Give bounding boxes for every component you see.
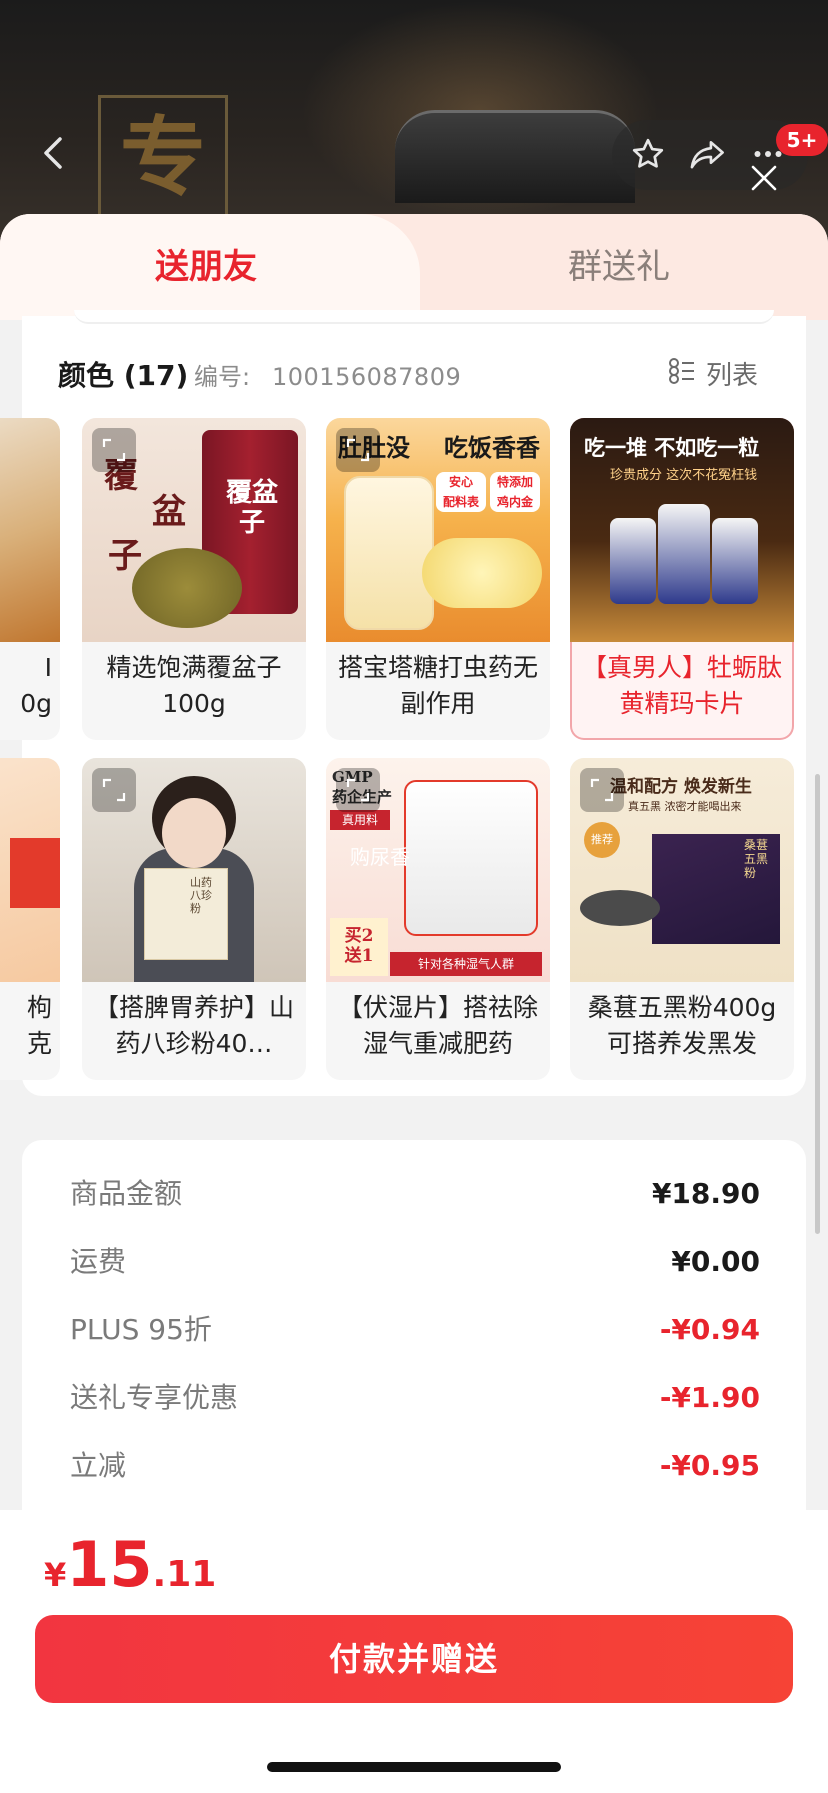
image-caption: 吃一堆 不如吃一粒	[584, 436, 760, 460]
price-breakdown: 商品金额 ¥18.90 运费 ¥0.00 PLUS 95折 -¥0.94 送礼专…	[22, 1140, 806, 1560]
variant-item[interactable]: 覆盆子 覆 盆 子 精选饱满覆盆子100g	[82, 418, 306, 740]
expand-icon	[102, 778, 126, 802]
image-caption: 覆盆子	[225, 478, 278, 538]
hero-product-jar	[395, 110, 635, 203]
price-label: PLUS 95折	[70, 1313, 212, 1346]
expand-image-button[interactable]	[92, 768, 136, 812]
list-view-toggle[interactable]: 列表	[668, 356, 758, 396]
card-divider	[74, 310, 774, 324]
product-image: 吃一堆 不如吃一粒 珍贵成分 这次不花冤枉钱	[570, 418, 794, 642]
variant-item[interactable]: I 0g	[0, 418, 60, 740]
variant-name: I 0g	[20, 653, 52, 718]
price-row-instant-discount: 立减 -¥0.95	[70, 1444, 760, 1488]
star-icon	[632, 138, 664, 168]
price-label: 送礼专享优惠	[70, 1381, 239, 1414]
currency-symbol: ¥	[44, 1556, 67, 1594]
image-caption: 针对各种湿气人群	[390, 952, 542, 976]
price-value: -¥0.95	[659, 1449, 760, 1482]
image-caption: 买2 送1	[330, 918, 388, 976]
list-icon	[668, 357, 696, 397]
price-label: 商品金额	[70, 1177, 183, 1210]
variant-item[interactable]: 山药八珍粉 【搭脾胃养护】山药八珍粉40…	[82, 758, 306, 1080]
price-row-shipping: 运费 ¥0.00	[70, 1240, 760, 1284]
share-icon	[690, 140, 724, 169]
price-label: 立减	[70, 1449, 127, 1482]
price-row-subtotal: 商品金额 ¥18.90	[70, 1172, 760, 1216]
variant-name: 桑葚五黑粉400g可搭养发黑发	[587, 993, 777, 1058]
variant-item[interactable]: 温和配方 焕发新生 真五黑 浓密才能喝出来 推荐 桑葚五黑粉 桑葚五黑粉400g…	[570, 758, 794, 1080]
tab-send-friend-label: 送朋友	[155, 247, 257, 287]
tab-bar: 送朋友 群送礼	[0, 214, 828, 320]
expand-icon	[346, 438, 370, 462]
image-caption: 温和配方 焕发新生	[610, 777, 752, 797]
close-icon	[751, 165, 777, 191]
tab-send-friend[interactable]: 送朋友	[0, 214, 420, 320]
image-caption: 真用料	[330, 810, 390, 830]
scrollbar[interactable]	[815, 774, 820, 1234]
expand-image-button[interactable]	[580, 768, 624, 812]
image-caption: 安心 配料表	[436, 472, 486, 512]
back-button[interactable]	[28, 128, 78, 178]
variant-name: 枸 克	[26, 993, 52, 1058]
image-caption: 山药八珍粉	[190, 876, 212, 915]
price-value: ¥18.90	[651, 1177, 760, 1210]
expand-icon	[102, 438, 126, 462]
variant-item[interactable]: 枸 克	[0, 758, 60, 1080]
expand-image-button[interactable]	[336, 428, 380, 472]
hero-brand-text: 专研	[98, 95, 228, 328]
serial-label: 编号:	[194, 363, 251, 391]
image-caption: 珍贵成分 这次不花冤枉钱	[610, 468, 758, 483]
image-caption: 特添加 鸡内金	[490, 472, 540, 512]
variant-heading: 颜色 (17)	[58, 359, 189, 392]
favorite-button[interactable]	[626, 132, 670, 176]
variant-name: 搭宝塔糖打虫药无副作用	[337, 653, 538, 718]
close-button[interactable]	[742, 156, 786, 200]
image-caption: 盆	[152, 492, 186, 532]
share-button[interactable]	[686, 132, 730, 176]
back-icon	[44, 137, 62, 169]
product-image	[0, 758, 60, 982]
image-caption: 桑葚五黑粉	[744, 838, 769, 880]
price-value: -¥0.94	[659, 1313, 760, 1346]
price-value: -¥1.90	[659, 1381, 760, 1414]
total-integer: 15	[66, 1528, 153, 1601]
image-caption: 购尿香	[350, 845, 410, 869]
image-caption: 推荐	[584, 822, 620, 858]
expand-image-button[interactable]	[92, 428, 136, 472]
product-image	[0, 418, 60, 642]
list-view-label: 列表	[706, 361, 759, 391]
price-row-gift-discount: 送礼专享优惠 -¥1.90	[70, 1376, 760, 1420]
variant-name: 【真男人】牡蛎肽黄精玛卡片	[581, 653, 782, 718]
serial-value: 100156087809	[272, 363, 462, 391]
total-price: ¥15.11	[44, 1528, 216, 1601]
price-label: 运费	[70, 1245, 127, 1278]
pay-and-gift-button[interactable]: 付款并赠送	[35, 1615, 793, 1703]
home-indicator[interactable]	[267, 1762, 561, 1772]
total-decimal: .11	[152, 1554, 217, 1595]
tab-group-gift[interactable]: 群送礼	[568, 244, 670, 290]
price-value: ¥0.00	[671, 1245, 760, 1278]
price-row-plus-discount: PLUS 95折 -¥0.94	[70, 1308, 760, 1352]
image-caption: 真五黑 浓密才能喝出来	[628, 800, 742, 813]
variant-item[interactable]: 肚肚没 吃饭香香 安心 配料表 特添加 鸡内金 搭宝塔糖打虫药无副作用	[326, 418, 550, 740]
image-caption: 吃饭香香	[444, 433, 540, 462]
variant-name: 【搭脾胃养护】山药八珍粉40…	[93, 993, 294, 1058]
message-count-badge: 5+	[776, 124, 828, 156]
variant-item-selected[interactable]: 吃一堆 不如吃一粒 珍贵成分 这次不花冤枉钱 【真男人】牡蛎肽黄精玛卡片	[570, 418, 794, 740]
variant-name: 精选饱满覆盆子100g	[106, 653, 282, 718]
expand-icon	[346, 778, 370, 802]
expand-icon	[590, 778, 614, 802]
variant-name: 【伏湿片】搭祛除湿气重减肥药	[337, 993, 538, 1058]
expand-image-button[interactable]	[336, 768, 380, 812]
variant-item[interactable]: GMP 药企生产 真用料 购尿香 买2 送1 针对各种湿气人群 【伏湿片】搭祛除…	[326, 758, 550, 1080]
